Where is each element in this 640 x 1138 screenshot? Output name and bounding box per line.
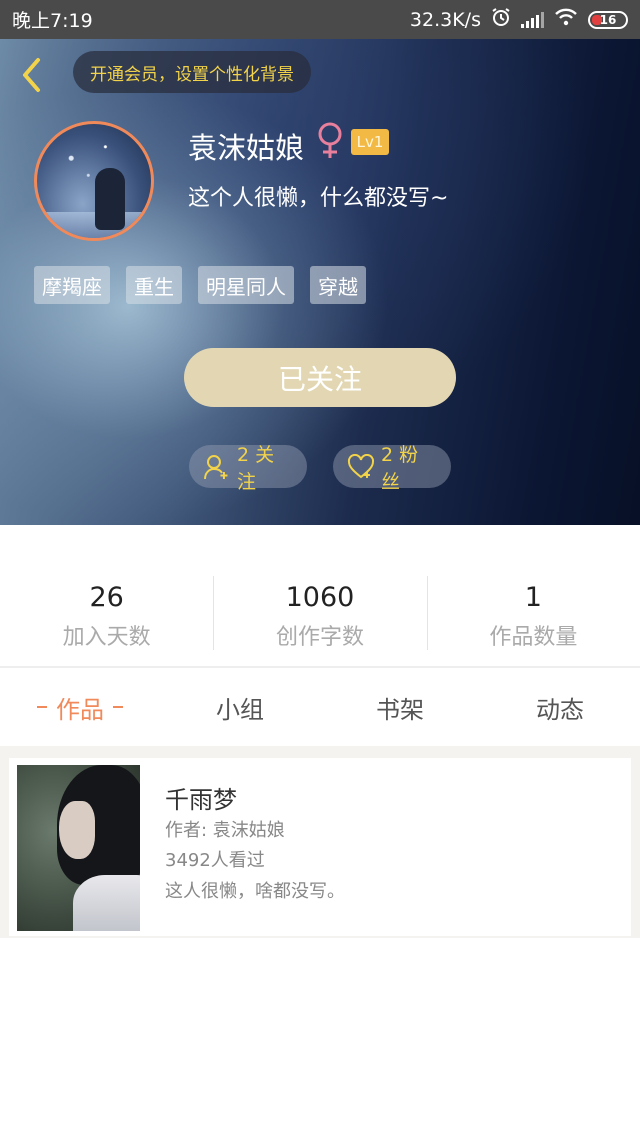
back-button[interactable] [14,55,48,95]
tab-groups[interactable]: 小组 [160,668,320,746]
tab-bookshelf[interactable]: 书架 [320,668,480,746]
stats-row: 26 加入天数 1060 创作字数 1 作品数量 [0,560,640,666]
battery-icon: 16 [588,10,628,29]
stat-work-count: 1 作品数量 [426,560,640,666]
stat-value: 1 [524,582,542,613]
tag[interactable]: 明星同人 [198,266,294,304]
stat-join-days: 26 加入天数 [0,560,213,666]
user-add-icon [203,454,228,479]
cover-face [59,801,95,859]
list-item[interactable]: 千雨梦 作者: 袁沫姑娘 3492人看过 这人很懒，啥都没写。 [9,758,631,936]
tab-works[interactable]: 作品 [0,668,160,746]
status-time: 晚上7:19 [12,10,93,32]
profile-header: 开通会员，设置个性化背景 袁沫姑娘 Lv1 这个人很懒，什么都没写~ 摩羯座 重… [0,39,640,525]
tag[interactable]: 重生 [126,266,182,304]
username: 袁沫姑娘 [188,131,305,165]
cover-robe [73,875,140,931]
heart-icon [347,453,374,478]
followed-button[interactable]: 已关注 [184,348,456,407]
book-cover [17,765,140,931]
signal-icon [521,11,544,28]
stat-value: 1060 [285,582,355,613]
network-speed: 32.3K/s [409,8,481,31]
tab-label: 书架 [376,695,424,724]
tab-label: 小组 [216,695,264,724]
stat-label: 作品数量 [489,625,578,650]
stat-value: 26 [89,582,124,613]
book-title: 千雨梦 [165,786,237,814]
book-author: 作者: 袁沫姑娘 [165,820,285,841]
fans-count: 2 粉丝 [380,443,419,493]
status-icons: 32.3K/s 16 [410,7,628,32]
tag[interactable]: 摩羯座 [34,266,110,304]
stat-label: 创作字数 [275,625,364,650]
works-list: 千雨梦 作者: 袁沫姑娘 3492人看过 这人很懒，啥都没写。 [0,746,640,938]
user-signature: 这个人很懒，什么都没写~ [188,186,449,211]
battery-level: 16 [599,12,617,27]
tag-list: 摩羯座 重生 明星同人 穿越 [34,266,366,304]
tab-active-dash [113,706,123,708]
following-count: 2 关注 [236,443,275,493]
female-icon [316,121,344,165]
profile-tabs: 作品 小组 书架 动态 [0,668,640,746]
status-bar: 晚上7:19 32.3K/s 16 [0,0,640,39]
tab-activity[interactable]: 动态 [480,668,640,746]
avatar[interactable] [34,121,154,241]
tab-active-dash [37,706,47,708]
level-badge: Lv1 [351,129,389,155]
open-membership-button[interactable]: 开通会员，设置个性化背景 [73,51,311,93]
tab-label: 作品 [56,695,104,724]
stat-word-count: 1060 创作字数 [213,560,426,666]
book-views: 3492人看过 [165,850,265,871]
tab-label: 动态 [536,695,584,724]
book-description: 这人很懒，啥都没写。 [165,881,345,902]
tag[interactable]: 穿越 [310,266,366,304]
stat-label: 加入天数 [62,625,151,650]
following-count-button[interactable]: 2 关注 [189,444,307,493]
chevron-left-icon [23,58,40,92]
wifi-icon [554,8,578,31]
alarm-icon [491,7,511,32]
avatar-figure [95,168,125,230]
fans-count-button[interactable]: 2 粉丝 [333,444,451,493]
